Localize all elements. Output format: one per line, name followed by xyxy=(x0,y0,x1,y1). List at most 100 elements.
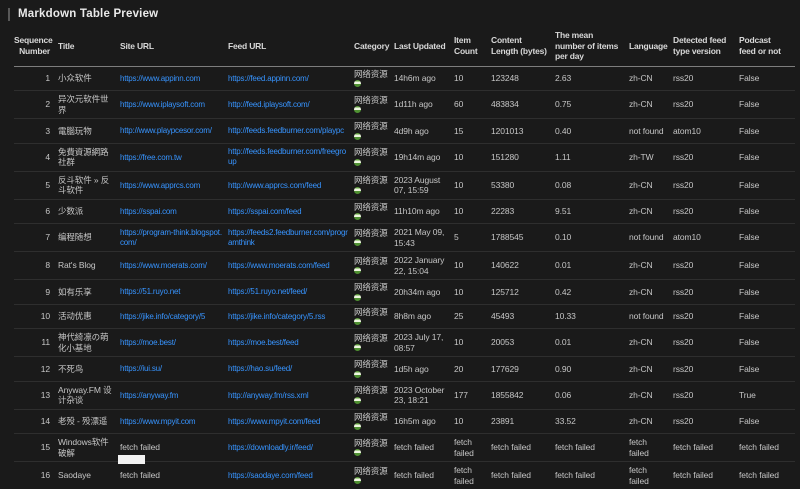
cell-title: 免費資源網路社群 xyxy=(58,143,120,171)
cell-seq: 4 xyxy=(14,143,58,171)
cell-title: 编程随想 xyxy=(58,224,120,252)
cell-feed-type: rss20 xyxy=(673,143,739,171)
cell-feed-url: https://www.mpyit.com/feed xyxy=(228,409,354,434)
site-url-link[interactable]: https://jike.info/category/5 xyxy=(120,312,205,322)
site-url-link[interactable]: https://www.apprcs.com xyxy=(120,181,200,191)
feed-url-link[interactable]: https://downloadly.ir/feed/ xyxy=(228,443,313,453)
site-url-link[interactable]: https://sspai.com xyxy=(120,207,177,217)
cell-feed-type: rss20 xyxy=(673,357,739,382)
cell-site-url: http://www.playpcesor.com/ xyxy=(120,119,228,144)
cell-feed-url: http://www.apprcs.com/feed xyxy=(228,171,354,199)
site-url-link[interactable]: https://www.appinn.com xyxy=(120,74,200,84)
site-url-link[interactable]: https://free.com.tw xyxy=(120,153,182,163)
green-ball-icon xyxy=(354,239,361,246)
cell-feed-type: rss20 xyxy=(673,171,739,199)
cell-mean-per-day: 0.42 xyxy=(555,280,629,305)
green-ball-icon xyxy=(354,397,361,404)
green-ball-icon xyxy=(354,423,361,430)
cell-last-updated: 2022 January 22, 15:04 xyxy=(394,252,454,280)
feed-url-link[interactable]: http://www.apprcs.com/feed xyxy=(228,181,321,191)
cell-content-length: 125712 xyxy=(491,280,555,305)
site-url-link[interactable]: https://anyway.fm xyxy=(120,391,178,401)
feed-url-link[interactable]: https://feeds2.feedburner.com/programthi… xyxy=(228,228,348,248)
feed-url-link[interactable]: https://51.ruyo.net/feed/ xyxy=(228,287,307,297)
feed-url-link[interactable]: http://feed.iplaysoft.com/ xyxy=(228,100,310,110)
cell-seq: 9 xyxy=(14,280,58,305)
site-url-link[interactable]: https://iui.su/ xyxy=(120,364,162,374)
cell-seq: 11 xyxy=(14,329,58,357)
site-url-link[interactable]: https://www.moerats.com/ xyxy=(120,261,207,271)
site-url-link[interactable]: https://www.mpyit.com xyxy=(120,417,195,427)
cell-feed-type: rss20 xyxy=(673,199,739,224)
col-podcast-or-not: Podcast feed or not xyxy=(739,27,795,66)
cell-content-length: 483834 xyxy=(491,91,555,119)
cell-content-length: 53380 xyxy=(491,171,555,199)
col-feed-type-version: Detected feed type version xyxy=(673,27,739,66)
feed-url-link[interactable]: https://www.moerats.com/feed xyxy=(228,261,330,271)
cell-content-length: 140622 xyxy=(491,252,555,280)
cell-category: 网络资源 xyxy=(354,462,394,489)
cell-podcast: fetch failed xyxy=(739,434,795,462)
col-item-count: Item Count xyxy=(454,27,491,66)
cell-language: fetch failed xyxy=(629,434,673,462)
cell-mean-per-day: 0.40 xyxy=(555,119,629,144)
cell-site-url: https://www.apprcs.com xyxy=(120,171,228,199)
cell-last-updated: 1d11h ago xyxy=(394,91,454,119)
green-ball-icon xyxy=(354,477,361,484)
feed-url-link[interactable]: https://jike.info/category/5.rss xyxy=(228,312,325,322)
cell-category: 网络资源 xyxy=(354,434,394,462)
green-ball-icon xyxy=(354,318,361,325)
table-row: 5 反斗软件 » 反斗软件 https://www.apprcs.com htt… xyxy=(14,171,795,199)
cell-mean-per-day: 9.51 xyxy=(555,199,629,224)
site-url-link[interactable]: https://moe.best/ xyxy=(120,338,176,348)
green-ball-icon xyxy=(354,449,361,456)
cell-last-updated: 1d5h ago xyxy=(394,357,454,382)
cell-seq: 14 xyxy=(14,409,58,434)
cell-seq: 13 xyxy=(14,381,58,409)
feed-url-link[interactable]: https://sspai.com/feed xyxy=(228,207,301,217)
cell-language: zh-CN xyxy=(629,329,673,357)
cell-feed-url: https://jike.info/category/5.rss xyxy=(228,304,354,329)
cell-mean-per-day: 0.01 xyxy=(555,329,629,357)
col-mean-items-per-day: The mean number of items per day xyxy=(555,27,629,66)
cell-mean-per-day: fetch failed xyxy=(555,434,629,462)
cell-seq: 1 xyxy=(14,66,58,91)
site-url-link[interactable]: https://www.iplaysoft.com xyxy=(120,100,205,110)
green-ball-icon xyxy=(354,80,361,87)
site-url-link[interactable]: https://program-think.blogspot.com/ xyxy=(120,228,222,248)
cell-category: 网络资源 xyxy=(354,304,394,329)
cell-podcast: False xyxy=(739,66,795,91)
cell-last-updated: 4d9h ago xyxy=(394,119,454,144)
site-url-link[interactable]: http://www.playpcesor.com/ xyxy=(120,126,212,136)
feed-url-link[interactable]: http://feeds.feedburner.com/playpc xyxy=(228,126,344,136)
cell-feed-type: fetch failed xyxy=(673,434,739,462)
feed-url-link[interactable]: http://feeds.feedburner.com/freegroup xyxy=(228,147,348,167)
cell-last-updated: 20h34m ago xyxy=(394,280,454,305)
cell-title: Rat's Blog xyxy=(58,252,120,280)
cell-last-updated: 14h6m ago xyxy=(394,66,454,91)
cell-title: 反斗软件 » 反斗软件 xyxy=(58,171,120,199)
feed-url-link[interactable]: https://saodaye.com/feed xyxy=(228,471,313,481)
cell-last-updated: 11h10m ago xyxy=(394,199,454,224)
cell-content-length: 1201013 xyxy=(491,119,555,144)
site-url-link[interactable]: https://51.ruyo.net xyxy=(120,287,180,297)
feed-url-link[interactable]: https://moe.best/feed xyxy=(228,338,299,348)
feed-url-link[interactable]: https://feed.appinn.com/ xyxy=(228,74,309,84)
cell-item-count: 60 xyxy=(454,91,491,119)
cell-site-url: https://free.com.tw xyxy=(120,143,228,171)
cell-item-count: 177 xyxy=(454,381,491,409)
green-ball-icon xyxy=(354,159,361,166)
feeds-table: Sequence Number Title Site URL Feed URL … xyxy=(14,27,795,489)
cell-podcast: False xyxy=(739,329,795,357)
cell-content-length: fetch failed xyxy=(491,434,555,462)
green-ball-icon xyxy=(354,294,361,301)
feed-url-link[interactable]: https://www.mpyit.com/feed xyxy=(228,417,320,427)
feed-url-link[interactable]: https://hao.su/feed/ xyxy=(228,364,292,374)
table-row: 11 神代綺凛の萌化小基地 https://moe.best/ https://… xyxy=(14,329,795,357)
feed-url-link[interactable]: http://anyway.fm/rss.xml xyxy=(228,391,308,401)
cell-language: zh-CN xyxy=(629,280,673,305)
table-row: 16 Saodaye fetch failed https://saodaye.… xyxy=(14,462,795,489)
cell-podcast: False xyxy=(739,280,795,305)
cell-seq: 8 xyxy=(14,252,58,280)
cell-site-url: https://www.appinn.com xyxy=(120,66,228,91)
